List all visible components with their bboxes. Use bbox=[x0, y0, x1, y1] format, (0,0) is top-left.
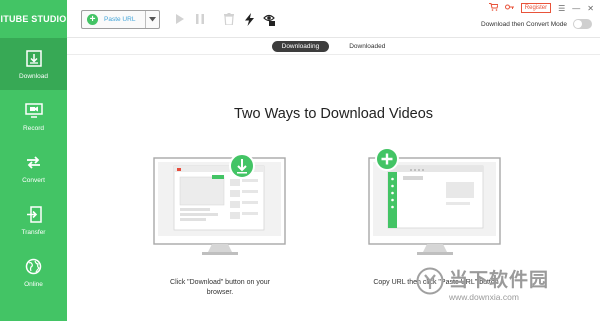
tab-downloaded[interactable]: Downloaded bbox=[339, 41, 395, 52]
watermark-url: www.downxia.com bbox=[449, 292, 519, 302]
sidebar-item-convert[interactable]: Convert bbox=[0, 142, 67, 194]
browser-download-illustration bbox=[153, 153, 286, 255]
download-tabs: Downloading Downloaded bbox=[67, 38, 600, 55]
watermark-cn: 当下软件园 bbox=[449, 270, 550, 291]
sidebar-item-record[interactable]: Record bbox=[0, 90, 67, 142]
app-brand: ITUBE STUDIO bbox=[0, 14, 67, 24]
paste-url-label: Paste URL bbox=[104, 16, 136, 23]
menu-icon[interactable]: ☰ bbox=[558, 4, 565, 13]
sidebar-item-online[interactable]: Online bbox=[0, 246, 67, 298]
page-title: Two Ways to Download Videos bbox=[233, 106, 434, 122]
convert-mode-toggle[interactable] bbox=[573, 19, 592, 29]
watermark-logo-icon bbox=[416, 267, 444, 295]
window-controls: Register ☰ — ✕ bbox=[488, 3, 594, 13]
sidebar: ITUBE STUDIO Download Record Convert Tra… bbox=[0, 0, 67, 321]
watermark: 当下软件园 www.downxia.com bbox=[416, 265, 586, 307]
chevron-down-icon bbox=[149, 17, 156, 22]
play-icon[interactable] bbox=[173, 12, 187, 26]
private-mode-icon[interactable] bbox=[262, 12, 276, 26]
option1-caption: Click "Download" button on your browser. bbox=[150, 278, 290, 298]
convert-mode-row: Download then Convert Mode bbox=[481, 19, 592, 29]
lightning-icon[interactable] bbox=[242, 12, 256, 26]
convert-mode-label: Download then Convert Mode bbox=[481, 20, 567, 28]
transfer-icon bbox=[24, 204, 44, 224]
cart-icon[interactable] bbox=[488, 3, 499, 13]
paste-url-button[interactable]: + Paste URL bbox=[81, 10, 160, 29]
toolbar: + Paste URL Register ☰ — ✕ Download then… bbox=[67, 0, 600, 38]
sidebar-item-label: Transfer bbox=[21, 229, 46, 236]
minimize-icon[interactable]: — bbox=[572, 4, 580, 13]
sidebar-item-label: Record bbox=[23, 125, 44, 132]
trash-icon[interactable] bbox=[222, 12, 236, 26]
toggle-knob bbox=[574, 20, 582, 28]
sidebar-item-transfer[interactable]: Transfer bbox=[0, 194, 67, 246]
paste-url-main[interactable]: + Paste URL bbox=[82, 11, 145, 28]
plus-circle-icon: + bbox=[87, 14, 98, 25]
app-paste-url-illustration bbox=[368, 147, 501, 255]
tab-downloading[interactable]: Downloading bbox=[271, 40, 330, 52]
option1-caption-line2: browser. bbox=[206, 289, 234, 296]
pause-icon[interactable] bbox=[193, 12, 207, 26]
key-icon[interactable] bbox=[504, 3, 514, 13]
register-button[interactable]: Register bbox=[520, 3, 552, 13]
option1-caption-line1: Click "Download" button on your bbox=[170, 279, 270, 286]
sidebar-item-label: Online bbox=[24, 281, 43, 288]
sidebar-item-download[interactable]: Download bbox=[0, 38, 67, 90]
sidebar-item-label: Convert bbox=[22, 177, 45, 184]
download-icon bbox=[24, 48, 44, 68]
online-icon bbox=[24, 256, 44, 276]
record-icon bbox=[24, 100, 44, 120]
close-icon[interactable]: ✕ bbox=[587, 4, 594, 13]
convert-icon bbox=[24, 152, 44, 172]
paste-url-dropdown[interactable] bbox=[145, 11, 159, 28]
sidebar-item-label: Download bbox=[19, 73, 48, 80]
